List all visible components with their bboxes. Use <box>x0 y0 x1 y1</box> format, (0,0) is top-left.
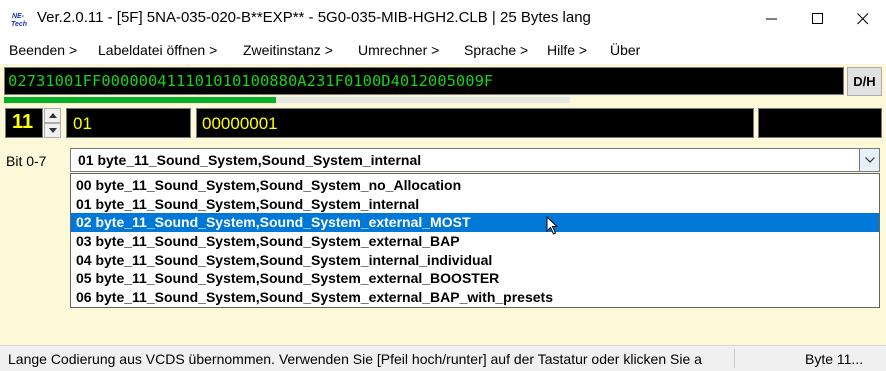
byte-index-field[interactable]: 11 <box>5 108 43 138</box>
byte-extra-field[interactable] <box>758 108 882 138</box>
dropdown-option[interactable]: 05 byte_11_Sound_System,Sound_System_ext… <box>71 269 879 288</box>
dropdown-option[interactable]: 00 byte_11_Sound_System,Sound_System_no_… <box>71 176 879 195</box>
dropdown-option[interactable]: 04 byte_11_Sound_System,Sound_System_int… <box>71 251 879 270</box>
app-logo-icon: NE- Tech <box>11 13 27 28</box>
dropdown-option[interactable]: 01 byte_11_Sound_System,Sound_System_int… <box>71 195 879 214</box>
status-divider <box>734 349 735 368</box>
status-message: Lange Codierung aus VCDS übernommen. Ver… <box>8 351 702 367</box>
byte-spin-down-button[interactable] <box>44 123 61 138</box>
minimize-icon <box>766 18 777 20</box>
menu-labeldatei-oeffnen[interactable]: Labeldatei öffnen > <box>98 42 217 58</box>
title-bar: NE- Tech Ver.2.0.11 - [5F] 5NA-035-020-B… <box>0 0 886 38</box>
menu-beenden[interactable]: Beenden > <box>9 42 77 58</box>
combobox-dropdown-button[interactable] <box>859 149 879 171</box>
bit-option-dropdown-list: 00 byte_11_Sound_System,Sound_System_no_… <box>70 173 880 308</box>
close-icon <box>857 13 869 25</box>
minimize-button[interactable] <box>749 0 795 38</box>
bit-range-label: Bit 0-7 <box>6 153 47 169</box>
menu-ueber[interactable]: Über <box>610 42 640 58</box>
svg-text:Tech: Tech <box>11 21 27 28</box>
dh-toggle-button[interactable]: D/H <box>847 67 882 96</box>
dropdown-option[interactable]: 06 byte_11_Sound_System,Sound_System_ext… <box>71 288 879 307</box>
bit-option-combobox[interactable]: 01 byte_11_Sound_System,Sound_System_int… <box>70 148 880 172</box>
close-button[interactable] <box>840 0 886 38</box>
mouse-pointer-icon <box>546 216 559 235</box>
chevron-down-icon <box>48 128 57 133</box>
maximize-icon <box>812 13 823 24</box>
byte-spin-up-button[interactable] <box>44 108 61 123</box>
byte-hex-value-field[interactable]: 01 <box>66 108 191 138</box>
menu-hilfe[interactable]: Hilfe > <box>547 42 587 58</box>
dropdown-option[interactable]: 03 byte_11_Sound_System,Sound_System_ext… <box>71 232 879 251</box>
status-bar: Lange Codierung aus VCDS übernommen. Ver… <box>0 345 886 371</box>
coding-hex-field[interactable]: 02731001FF000000411101010100880A231F0100… <box>4 67 844 95</box>
byte-progress-fill <box>4 97 276 103</box>
chevron-down-icon <box>864 157 875 163</box>
chevron-up-icon <box>48 113 57 118</box>
byte-binary-value-field[interactable]: 00000001 <box>196 108 754 138</box>
combobox-selected-value: 01 byte_11_Sound_System,Sound_System_int… <box>78 152 422 168</box>
menu-bar: Beenden > Labeldatei öffnen > Zweitinsta… <box>0 38 886 64</box>
maximize-button[interactable] <box>795 0 841 38</box>
status-byte-info: Byte 11... <box>805 351 864 367</box>
menu-sprache[interactable]: Sprache > <box>464 42 528 58</box>
menu-zweitinstanz[interactable]: Zweitinstanz > <box>243 42 333 58</box>
window-title: Ver.2.0.11 - [5F] 5NA-035-020-B**EXP** -… <box>37 9 591 26</box>
menu-umrechner[interactable]: Umrechner > <box>358 42 439 58</box>
dropdown-option-highlighted[interactable]: 02 byte_11_Sound_System,Sound_System_ext… <box>71 213 879 233</box>
svg-text:NE-: NE- <box>12 13 25 20</box>
